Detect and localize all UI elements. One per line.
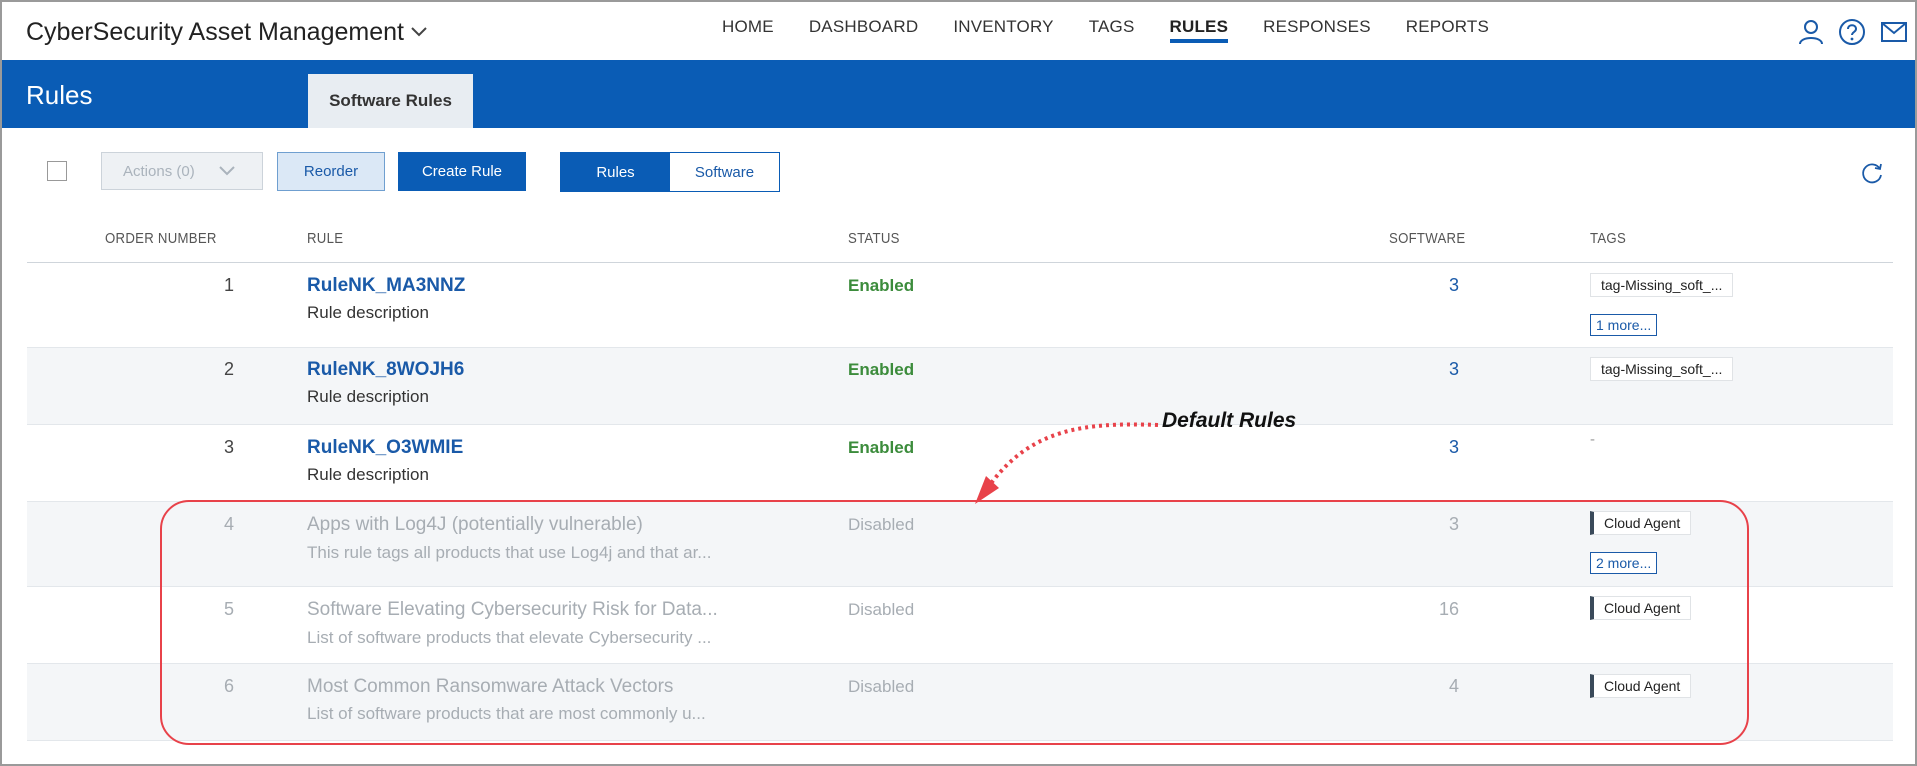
- nav-reports[interactable]: REPORTS: [1406, 2, 1489, 45]
- view-toggle: Rules Software: [560, 152, 780, 192]
- nav-rules[interactable]: RULES: [1169, 2, 1229, 45]
- reorder-button[interactable]: Reorder: [277, 152, 385, 191]
- annotation-label: Default Rules: [1162, 409, 1297, 432]
- software-count-link[interactable]: 3: [1449, 275, 1459, 296]
- col-software[interactable]: SOFTWARE: [1389, 230, 1465, 247]
- chevron-down-icon: [219, 166, 235, 176]
- order-number: 4: [223, 514, 234, 534]
- status-badge: Disabled: [848, 677, 915, 696]
- rule-description: Rule description: [307, 303, 429, 322]
- rule-description: List of software products that are most …: [307, 704, 706, 723]
- create-rule-button[interactable]: Create Rule: [398, 152, 526, 191]
- rule-name-link[interactable]: Software Elevating Cybersecurity Risk fo…: [307, 599, 718, 621]
- toggle-software[interactable]: Software: [670, 153, 779, 191]
- rule-name-link[interactable]: Most Common Ransomware Attack Vectors: [307, 676, 673, 698]
- table-row[interactable]: 1 RuleNK_MA3NNZ Rule description Enabled…: [27, 263, 1893, 348]
- more-tags-link[interactable]: 1 more...: [1590, 314, 1658, 336]
- page-title: Rules: [26, 80, 93, 110]
- col-order-number[interactable]: ORDER NUMBER: [105, 230, 217, 247]
- rule-description: Rule description: [307, 465, 429, 484]
- nav-inventory[interactable]: INVENTORY: [953, 2, 1053, 45]
- user-icon[interactable]: [1797, 18, 1825, 46]
- main-nav: HOME DASHBOARD INVENTORY TAGS RULES RESP…: [722, 2, 1524, 60]
- chevron-down-icon[interactable]: [409, 22, 429, 42]
- rule-description: Rule description: [307, 387, 429, 406]
- table-row[interactable]: 5 Software Elevating Cybersecurity Risk …: [27, 587, 1893, 664]
- mail-icon[interactable]: [1880, 18, 1908, 46]
- app-window: CyberSecurity Asset Management HOME DASH…: [0, 0, 1917, 766]
- tab-software-rules[interactable]: Software Rules: [308, 74, 473, 128]
- status-badge: Enabled: [848, 276, 915, 295]
- actions-dropdown[interactable]: Actions (0): [101, 152, 263, 190]
- rule-name-link[interactable]: Apps with Log4J (potentially vulnerable): [307, 514, 643, 536]
- rule-description: List of software products that elevate C…: [307, 628, 712, 647]
- status-badge: Disabled: [848, 600, 915, 619]
- app-title: CyberSecurity Asset Management: [26, 18, 404, 46]
- more-tags-link[interactable]: 2 more...: [1590, 552, 1658, 574]
- rule-name-link[interactable]: RuleNK_MA3NNZ: [307, 275, 465, 297]
- software-count-link[interactable]: 16: [1439, 599, 1459, 620]
- col-tags[interactable]: TAGS: [1590, 230, 1626, 247]
- col-rule[interactable]: RULE: [307, 230, 343, 247]
- rule-description: This rule tags all products that use Log…: [307, 543, 712, 562]
- rule-name-link[interactable]: RuleNK_8WOJH6: [307, 359, 464, 381]
- tag-chip: Cloud Agent: [1590, 596, 1692, 620]
- toggle-rules[interactable]: Rules: [561, 153, 670, 191]
- tag-chip: tag-Missing_soft_...: [1590, 357, 1734, 381]
- table-header: ORDER NUMBER RULE STATUS SOFTWARE TAGS: [27, 224, 1893, 263]
- tag-chip: Cloud Agent: [1590, 674, 1692, 698]
- tag-chip: tag-Missing_soft_...: [1590, 273, 1734, 297]
- table-row[interactable]: 3 RuleNK_O3WMIE Rule description Enabled…: [27, 425, 1893, 502]
- status-badge: Enabled: [848, 438, 915, 457]
- order-number: 6: [223, 676, 234, 696]
- order-number: 1: [223, 275, 234, 295]
- nav-home[interactable]: HOME: [722, 2, 774, 45]
- software-count-link[interactable]: 3: [1449, 514, 1459, 535]
- table-row[interactable]: 4 Apps with Log4J (potentially vulnerabl…: [27, 502, 1893, 587]
- nav-dashboard[interactable]: DASHBOARD: [809, 2, 919, 45]
- software-count-link[interactable]: 3: [1449, 437, 1459, 458]
- rule-name-link[interactable]: RuleNK_O3WMIE: [307, 437, 463, 459]
- order-number: 3: [223, 437, 234, 457]
- page-band: Rules Software Rules: [2, 60, 1915, 128]
- actions-label: Actions (0): [123, 162, 195, 180]
- col-status[interactable]: STATUS: [848, 230, 900, 247]
- empty-tags: -: [1590, 431, 1595, 448]
- software-count-link[interactable]: 3: [1449, 359, 1459, 380]
- nav-responses[interactable]: RESPONSES: [1263, 2, 1371, 45]
- order-number: 5: [223, 599, 234, 619]
- status-badge: Enabled: [848, 360, 915, 379]
- software-count-link[interactable]: 4: [1449, 676, 1459, 697]
- tag-chip: Cloud Agent: [1590, 511, 1692, 535]
- table-row[interactable]: 6 Most Common Ransomware Attack Vectors …: [27, 664, 1893, 741]
- order-number: 2: [223, 359, 234, 379]
- top-header: CyberSecurity Asset Management HOME DASH…: [2, 2, 1915, 60]
- table-row[interactable]: 2 RuleNK_8WOJH6 Rule description Enabled…: [27, 348, 1893, 425]
- help-icon[interactable]: [1838, 18, 1866, 46]
- status-badge: Disabled: [848, 515, 915, 534]
- refresh-icon[interactable]: [1859, 160, 1885, 186]
- select-all-checkbox[interactable]: [47, 161, 67, 181]
- nav-tags[interactable]: TAGS: [1089, 2, 1135, 45]
